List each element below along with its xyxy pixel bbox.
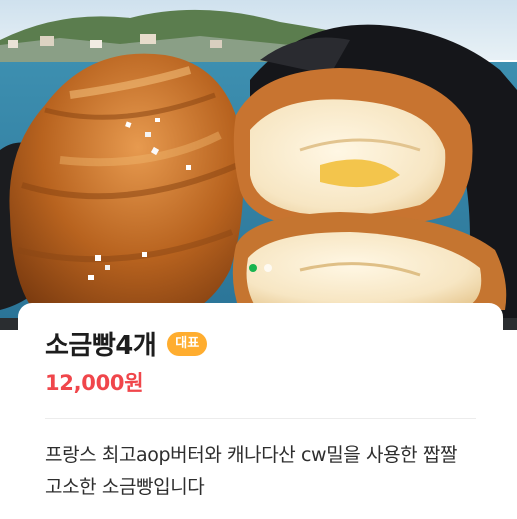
product-image-carousel[interactable] bbox=[0, 0, 517, 330]
carousel-dot-active[interactable] bbox=[249, 264, 257, 272]
title-row: 소금빵4개 대표 bbox=[45, 325, 208, 362]
product-info-card: 소금빵4개 대표 12,000원 프랑스 최고aop버터와 캐나다산 cw밀을 … bbox=[18, 303, 503, 519]
product-price: 12,000원 bbox=[45, 371, 144, 395]
product-title: 소금빵4개 bbox=[45, 331, 157, 361]
carousel-indicator bbox=[249, 264, 272, 272]
representative-badge: 대표 bbox=[167, 331, 208, 356]
product-photo bbox=[0, 0, 517, 330]
product-detail-screen: 소금빵4개 대표 12,000원 프랑스 최고aop버터와 캐나다산 cw밀을 … bbox=[0, 0, 517, 519]
divider bbox=[45, 418, 476, 419]
carousel-dot[interactable] bbox=[264, 264, 272, 272]
product-description: 프랑스 최고aop버터와 캐나다산 cw밀을 사용한 짭짤 고소한 소금빵입니다 bbox=[45, 444, 458, 498]
